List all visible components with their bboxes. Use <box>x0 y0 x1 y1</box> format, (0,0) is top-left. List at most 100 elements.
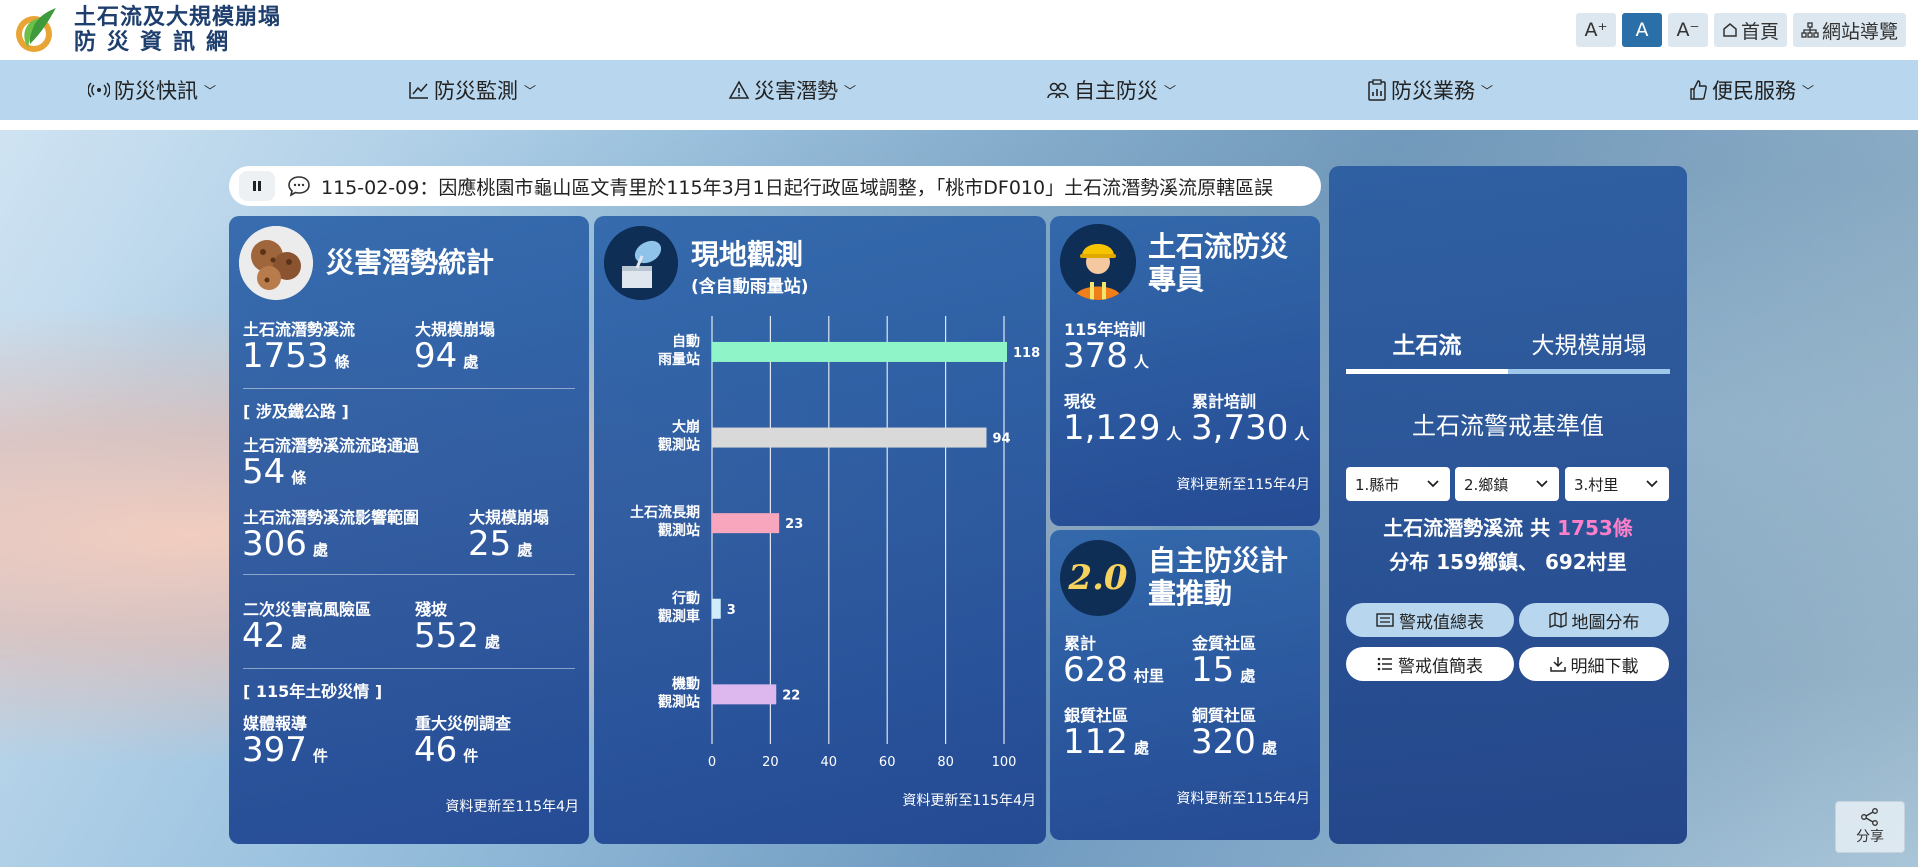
share-button[interactable]: 分享 <box>1835 801 1905 853</box>
version-badge-icon: 2.0 <box>1060 540 1136 616</box>
warning-icon <box>728 80 750 99</box>
silver-community-value: 112 處 <box>1063 722 1149 762</box>
sitemap-icon <box>1801 22 1819 38</box>
divider <box>243 668 575 669</box>
home-icon <box>1723 23 1737 37</box>
bar <box>712 684 777 705</box>
major-case-value: 46 件 <box>414 730 479 770</box>
chevron-down-icon <box>1536 480 1548 488</box>
media-report-value: 397 件 <box>242 730 328 770</box>
header-tools: A⁺ A A⁻ 首頁 網站導覽 <box>1575 13 1906 47</box>
main-nav: 防災快訊 ﹀ 防災監測 ﹀ 災害潛勢 ﹀ 自主防災 ﹀ 防災業務 ﹀ 便民服務 ﹀ <box>0 60 1918 120</box>
tab-debris-flow[interactable]: 土石流 <box>1346 326 1508 374</box>
bar <box>712 341 1007 362</box>
threshold-summary: 土石流潛勢溪流 共 1753條 <box>1383 516 1633 540</box>
x-tick-label: 40 <box>821 755 838 770</box>
trained-value: 378 人 <box>1063 336 1149 376</box>
card-subtitle: (含自動雨量站) <box>691 277 809 297</box>
chevron-down-icon: ﹀ <box>524 83 537 98</box>
site-title-line1: 土石流及大規模崩塌 <box>74 4 282 30</box>
category-label: 雨量站 <box>658 351 700 368</box>
gold-community-value: 15 處 <box>1191 650 1256 690</box>
nav-item-services[interactable]: 便民服務 ﹀ <box>1688 60 1814 120</box>
summary-count: 1753條 <box>1557 516 1633 540</box>
village-select[interactable]: 3.村里 <box>1565 467 1669 501</box>
hazard-potential-card: 災害潛勢統計 土石流潛勢溪流 1753 條 大規模崩塌 94 處 [ 涉及鐵公路 ]… <box>229 216 589 844</box>
nav-item-business[interactable]: 防災業務 ﹀ <box>1367 60 1493 120</box>
x-tick-label: 20 <box>762 755 779 770</box>
x-tick-label: 0 <box>708 755 716 770</box>
map-icon <box>1548 612 1567 628</box>
bar-value-label: 23 <box>785 517 803 532</box>
bar-value-label: 22 <box>782 688 800 703</box>
font-small-button[interactable]: A⁻ <box>1667 13 1708 47</box>
update-note: 資料更新至115年4月 <box>1176 791 1310 807</box>
rocks-icon <box>239 226 313 300</box>
people-icon <box>1047 82 1069 99</box>
tab-inactive-underline <box>1508 369 1670 374</box>
category-label: 自動 <box>672 333 700 350</box>
bar-value-label: 94 <box>992 432 1010 447</box>
landslide-value: 94 處 <box>414 336 479 376</box>
nav-label: 防災業務 <box>1391 79 1475 103</box>
clipboard-icon <box>1368 79 1386 101</box>
debris-flow-value: 1753 條 <box>242 336 350 376</box>
divider <box>243 574 575 575</box>
satellite-station-icon <box>604 226 678 300</box>
field-observation-card: 現地觀測 (含自動雨量站) 0 20 40 60 80 100 118 自動 雨量站 94 大崩 觀測… <box>594 216 1046 844</box>
nav-item-hazard[interactable]: 災害潛勢 ﹀ <box>728 60 856 120</box>
chevron-down-icon: ﹀ <box>1802 83 1815 98</box>
observation-bar-chart: 0 20 40 60 80 100118自動雨量站94大崩觀測站23土石流長期觀測站3行動… <box>630 316 1040 770</box>
total-trained-value: 3,730 人 <box>1191 408 1310 448</box>
chevron-down-icon <box>1427 480 1439 488</box>
chevron-down-icon: ﹀ <box>1481 83 1494 98</box>
secondary-risk-value: 42 處 <box>242 616 307 656</box>
bar <box>712 513 780 534</box>
nav-label: 災害潛勢 <box>754 79 838 103</box>
nav-item-self-prevention[interactable]: 自主防災 ﹀ <box>1046 60 1176 120</box>
category-label: 土石流長期 <box>630 504 700 521</box>
nav-spacer <box>0 120 1918 130</box>
category-label: 觀測站 <box>658 437 700 454</box>
nav-label: 便民服務 <box>1712 79 1796 103</box>
update-note: 資料更新至115年4月 <box>1176 477 1310 493</box>
threshold-brief-button[interactable]: 警戒值簡表 <box>1346 647 1514 681</box>
town-select[interactable]: 2.鄉鎮 <box>1455 467 1559 501</box>
map-distribution-button[interactable]: 地圖分布 <box>1519 603 1669 637</box>
detail-download-button[interactable]: 明細下載 <box>1519 647 1669 681</box>
category-label: 觀測車 <box>658 608 700 625</box>
pause-icon <box>253 181 261 191</box>
chevron-down-icon: ﹀ <box>204 83 217 98</box>
tab-active-underline <box>1346 369 1508 374</box>
x-tick-label: 80 <box>937 755 954 770</box>
table-icon <box>1376 613 1394 627</box>
ticker-pause-button[interactable] <box>239 171 275 201</box>
font-large-button[interactable]: A⁺ <box>1575 13 1616 47</box>
nav-item-alerts[interactable]: 防災快訊 ﹀ <box>88 60 216 120</box>
worker-helmet-icon <box>1060 224 1136 300</box>
threshold-table-button[interactable]: 警戒值總表 <box>1346 603 1514 637</box>
residual-slope-value: 552 處 <box>414 616 500 656</box>
home-button[interactable]: 首頁 <box>1713 13 1787 47</box>
category-label: 觀測站 <box>658 522 700 539</box>
bar <box>712 427 987 448</box>
font-medium-button[interactable]: A <box>1621 13 1662 47</box>
county-select[interactable]: 1.縣市 <box>1346 467 1450 501</box>
broadcast-icon <box>88 82 110 98</box>
bar-value-label: 118 <box>1013 346 1040 361</box>
tab-large-landslide[interactable]: 大規模崩塌 <box>1508 326 1670 374</box>
bronze-community-value: 320 處 <box>1191 722 1277 762</box>
sitemap-button[interactable]: 網站導覽 <box>1792 13 1906 47</box>
total-village-value: 628 村里 <box>1063 650 1164 690</box>
site-title-line2: 防災資訊網 <box>74 29 240 55</box>
home-label: 首頁 <box>1740 20 1779 43</box>
ticker-message[interactable]: 115-02-09：因應桃園市龜山區文青里於115年3月1日起行政區域調整，「桃… <box>321 173 1273 200</box>
sitemap-label: 網站導覽 <box>1821 20 1898 43</box>
site-logo[interactable]: 土石流及大規模崩塌 防災資訊網 <box>10 4 281 56</box>
download-icon <box>1549 657 1566 672</box>
nav-label: 自主防災 <box>1074 79 1158 103</box>
warning-threshold-panel: 土石流 大規模崩塌 土石流警戒基準值 1.縣市 2.鄉鎮 3.村里 土石流潛勢溪… <box>1329 166 1687 844</box>
trend-chart-icon <box>409 82 428 99</box>
rail-road-section: [ 涉及鐵公路 ] <box>243 402 349 421</box>
nav-item-monitoring[interactable]: 防災監測 ﹀ <box>408 60 536 120</box>
